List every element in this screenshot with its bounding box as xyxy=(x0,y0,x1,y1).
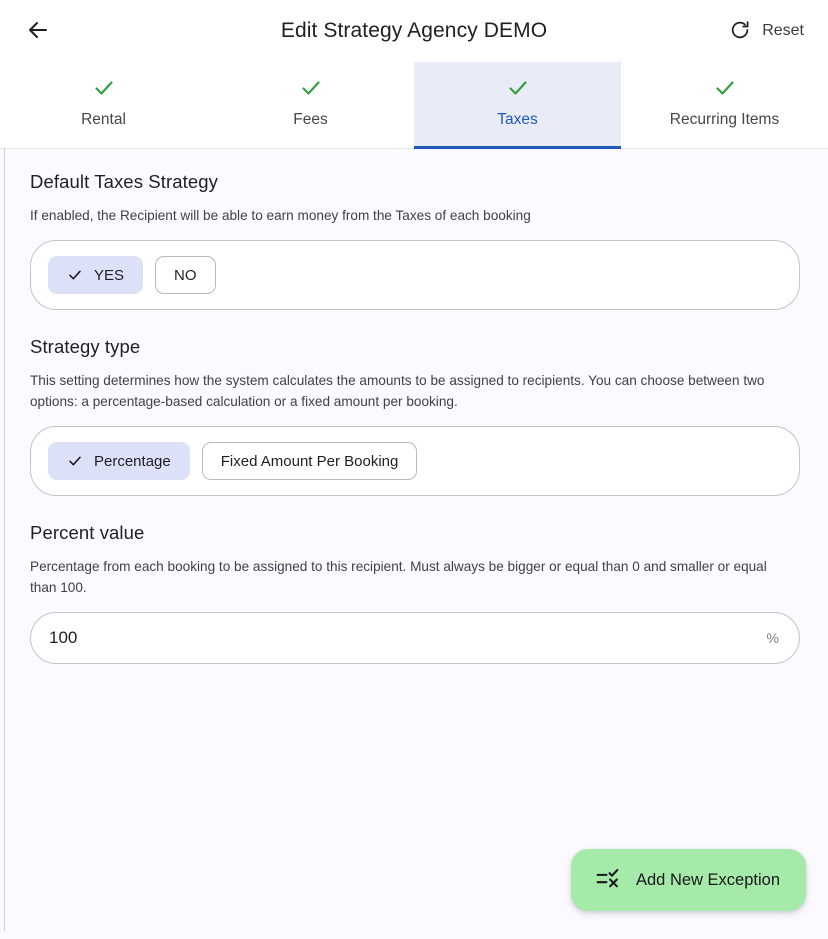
page-title: Edit Strategy Agency DEMO xyxy=(0,19,828,43)
tab-fees[interactable]: Fees xyxy=(207,62,414,148)
section-strategy-type: Strategy type This setting determines ho… xyxy=(30,336,800,496)
section-description: Percentage from each booking to be assig… xyxy=(30,557,796,598)
section-description: If enabled, the Recipient will be able t… xyxy=(30,206,796,226)
tab-recurring-items[interactable]: Recurring Items xyxy=(621,62,828,148)
add-new-exception-label: Add New Exception xyxy=(636,871,780,890)
percent-value-field[interactable]: % xyxy=(30,612,800,664)
tab-label: Rental xyxy=(81,111,126,129)
default-taxes-strategy-toggle-group: YES NO xyxy=(30,240,800,310)
back-button[interactable] xyxy=(18,11,58,51)
tab-label: Recurring Items xyxy=(670,111,779,129)
tab-taxes[interactable]: Taxes xyxy=(414,62,621,148)
app-header: Edit Strategy Agency DEMO Reset xyxy=(0,0,828,62)
settings-content: Default Taxes Strategy If enabled, the R… xyxy=(0,149,828,939)
option-label: Fixed Amount Per Booking xyxy=(221,453,399,470)
check-icon xyxy=(67,267,83,283)
check-icon xyxy=(713,76,737,100)
option-label: Percentage xyxy=(94,453,171,470)
tab-rental[interactable]: Rental xyxy=(0,62,207,148)
percent-suffix: % xyxy=(757,630,779,646)
section-title: Percent value xyxy=(30,522,800,544)
option-no[interactable]: NO xyxy=(155,256,216,294)
option-label: YES xyxy=(94,267,124,284)
option-percentage[interactable]: Percentage xyxy=(48,442,190,480)
section-title: Default Taxes Strategy xyxy=(30,171,800,193)
edit-strategy-screen: Edit Strategy Agency DEMO Reset Rental xyxy=(0,0,828,939)
section-percent-value: Percent value Percentage from each booki… xyxy=(30,522,800,664)
check-icon xyxy=(299,76,323,100)
check-icon xyxy=(506,76,530,100)
option-label: NO xyxy=(174,267,197,284)
section-title: Strategy type xyxy=(30,336,800,358)
section-default-taxes-strategy: Default Taxes Strategy If enabled, the R… xyxy=(30,171,800,310)
rule-icon xyxy=(595,866,620,894)
reset-button[interactable]: Reset xyxy=(721,13,808,50)
left-edge-divider xyxy=(4,148,5,931)
strategy-type-toggle-group: Percentage Fixed Amount Per Booking xyxy=(30,426,800,496)
check-icon xyxy=(67,453,83,469)
tab-label: Fees xyxy=(293,111,327,129)
tab-bar: Rental Fees Taxes Re xyxy=(0,62,828,149)
tab-label: Taxes xyxy=(497,111,538,129)
option-yes[interactable]: YES xyxy=(48,256,143,294)
add-new-exception-button[interactable]: Add New Exception xyxy=(571,849,806,911)
reset-label: Reset xyxy=(762,22,804,40)
arrow-left-icon xyxy=(26,18,50,45)
option-fixed-amount-per-booking[interactable]: Fixed Amount Per Booking xyxy=(202,442,418,480)
percent-value-input[interactable] xyxy=(49,613,757,663)
section-description: This setting determines how the system c… xyxy=(30,371,796,412)
check-icon xyxy=(92,76,116,100)
refresh-cw-icon xyxy=(729,19,751,44)
